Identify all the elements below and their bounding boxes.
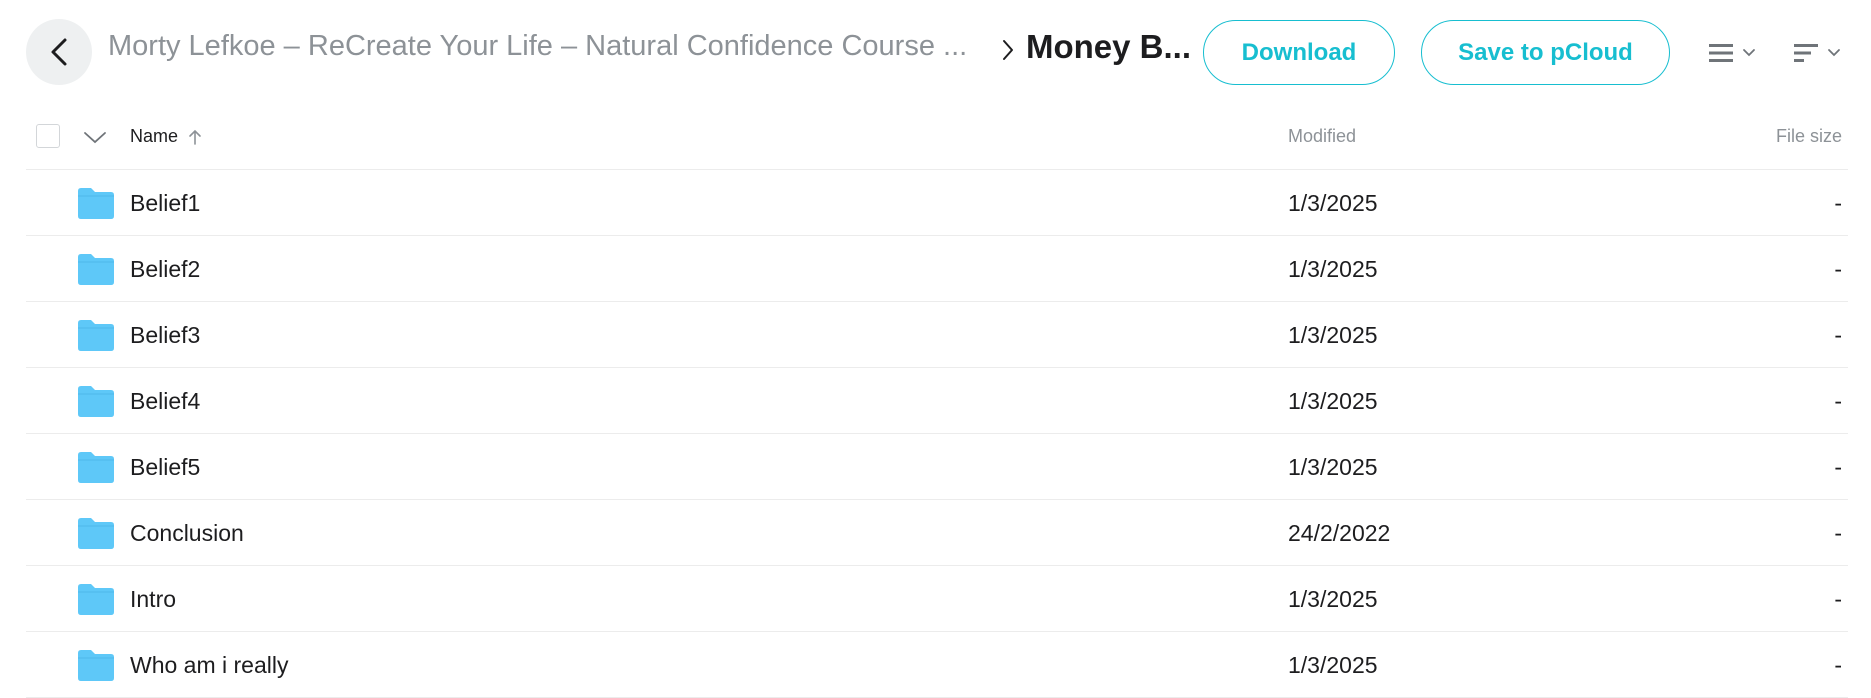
- view-mode-dropdown[interactable]: [1708, 36, 1768, 70]
- table-row[interactable]: Who am i really 1/3/2025 -: [26, 632, 1848, 698]
- breadcrumb-parent-link[interactable]: Morty Lefkoe – ReCreate Your Life – Natu…: [108, 30, 988, 63]
- sort-icon: [1794, 44, 1818, 62]
- folder-icon: [78, 584, 114, 615]
- sort-dropdown[interactable]: [1793, 36, 1853, 70]
- chevron-down-icon[interactable]: [82, 126, 108, 148]
- row-file-size: -: [1834, 256, 1842, 282]
- column-header-file-size[interactable]: File size: [1776, 126, 1842, 147]
- table-row[interactable]: Belief3 1/3/2025 -: [26, 302, 1848, 368]
- folder-icon: [78, 386, 114, 417]
- chevron-right-icon: [1003, 40, 1013, 60]
- file-list: Belief1 1/3/2025 - Belief2 1/3/2025 - Be…: [26, 170, 1848, 698]
- folder-icon: [78, 650, 114, 681]
- chevron-left-icon: [51, 38, 67, 66]
- row-name[interactable]: Belief5: [130, 454, 200, 481]
- folder-icon: [78, 320, 114, 351]
- table-header: Name Modified File size: [26, 114, 1848, 170]
- row-file-size: -: [1834, 388, 1842, 414]
- chevron-down-icon: [1743, 49, 1755, 57]
- back-button[interactable]: [26, 19, 92, 85]
- row-name[interactable]: Belief2: [130, 256, 200, 283]
- row-name[interactable]: Belief1: [130, 190, 200, 217]
- table-row[interactable]: Conclusion 24/2/2022 -: [26, 500, 1848, 566]
- row-file-size: -: [1834, 322, 1842, 348]
- row-name[interactable]: Who am i really: [130, 652, 288, 679]
- column-header-name[interactable]: Name: [130, 126, 202, 147]
- row-modified: 1/3/2025: [1288, 652, 1378, 678]
- list-view-icon: [1709, 44, 1733, 62]
- arrow-up-icon: [189, 129, 201, 145]
- row-file-size: -: [1834, 652, 1842, 678]
- row-modified: 1/3/2025: [1288, 190, 1378, 216]
- table-row[interactable]: Belief2 1/3/2025 -: [26, 236, 1848, 302]
- folder-icon: [78, 518, 114, 549]
- header-bar: Morty Lefkoe – ReCreate Your Life – Natu…: [0, 0, 1871, 106]
- folder-icon: [78, 254, 114, 285]
- breadcrumb-current-folder: Money B...: [1026, 28, 1192, 65]
- folder-icon: [78, 452, 114, 483]
- folder-icon: [78, 188, 114, 219]
- row-modified: 1/3/2025: [1288, 256, 1378, 282]
- select-all-checkbox[interactable]: [36, 124, 60, 148]
- table-row[interactable]: Belief5 1/3/2025 -: [26, 434, 1848, 500]
- table-row[interactable]: Intro 1/3/2025 -: [26, 566, 1848, 632]
- download-button[interactable]: Download: [1203, 20, 1395, 85]
- save-to-pcloud-button[interactable]: Save to pCloud: [1421, 20, 1670, 85]
- row-file-size: -: [1834, 586, 1842, 612]
- row-name[interactable]: Intro: [130, 586, 176, 613]
- row-name[interactable]: Belief3: [130, 322, 200, 349]
- row-modified: 1/3/2025: [1288, 454, 1378, 480]
- column-header-name-label: Name: [130, 126, 179, 146]
- row-file-size: -: [1834, 520, 1842, 546]
- table-row[interactable]: Belief4 1/3/2025 -: [26, 368, 1848, 434]
- chevron-down-icon: [1828, 49, 1840, 57]
- row-file-size: -: [1834, 190, 1842, 216]
- row-modified: 1/3/2025: [1288, 388, 1378, 414]
- row-modified: 24/2/2022: [1288, 520, 1391, 546]
- column-header-modified[interactable]: Modified: [1288, 126, 1356, 147]
- row-name[interactable]: Belief4: [130, 388, 200, 415]
- row-file-size: -: [1834, 454, 1842, 480]
- row-modified: 1/3/2025: [1288, 322, 1378, 348]
- row-modified: 1/3/2025: [1288, 586, 1378, 612]
- table-row[interactable]: Belief1 1/3/2025 -: [26, 170, 1848, 236]
- row-name[interactable]: Conclusion: [130, 520, 244, 547]
